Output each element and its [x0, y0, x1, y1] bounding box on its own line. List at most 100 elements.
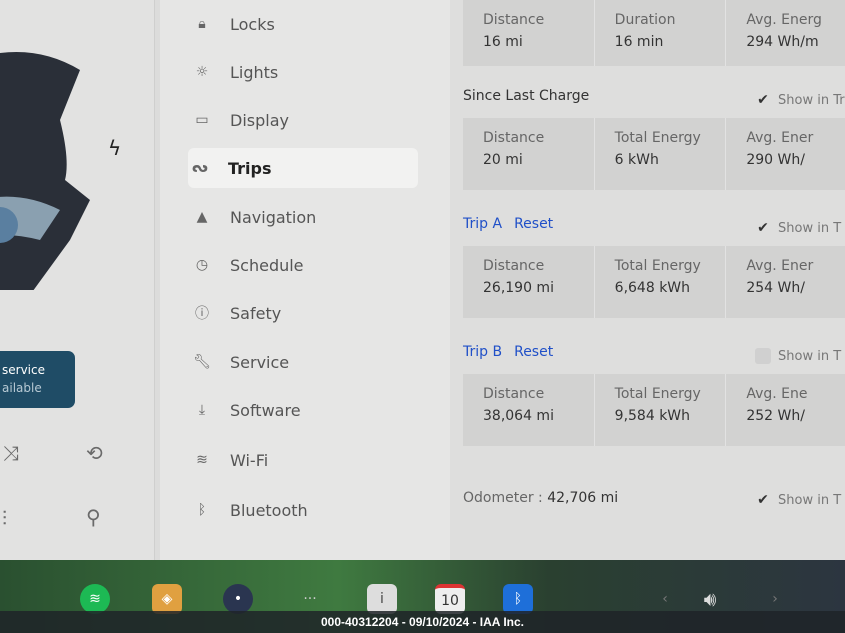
stat-label: Avg. Energ — [746, 12, 822, 28]
trip-stats-card: Distance 26,190 mi Total Energy 6,648 kWh Av… — [463, 246, 845, 318]
charging-bolt-icon: ϟ — [108, 136, 122, 160]
stat-value: 26,190 mi — [483, 280, 554, 296]
trip-title: Trip B — [463, 344, 503, 360]
equalizer-icon[interactable]: ⫶ — [2, 506, 7, 530]
nav-item-label: Schedule — [230, 255, 304, 275]
spotify-icon[interactable]: ≋ — [80, 584, 110, 614]
show-odometer-checkbox[interactable]: ✔ Show in T — [755, 492, 841, 508]
stat-cell: Avg. Ene 252 Wh/ — [726, 374, 845, 446]
lock-icon: 🔒︎ — [198, 16, 206, 32]
service-title: service — [2, 363, 45, 377]
safety-icon: ⓘ — [195, 306, 209, 322]
stat-cell: Total Energy 6 kWh — [595, 118, 727, 190]
repeat-icon[interactable]: ⟲ — [86, 441, 103, 465]
section-title-trip_b: Trip B Reset — [463, 344, 565, 360]
stat-value: 254 Wh/ — [746, 280, 805, 296]
nav-item-display[interactable]: ▭ Display — [190, 100, 420, 140]
nav-item-lights[interactable]: ☼ Lights — [190, 52, 420, 92]
stat-value: 6,648 kWh — [614, 280, 691, 296]
nav-item-label: Trips — [228, 158, 272, 178]
show-in-trips-checkbox[interactable]: Show in T — [755, 348, 841, 364]
wifi-icon: ≋ — [196, 452, 208, 468]
bluetooth-icon: ᛒ — [197, 502, 207, 518]
nav-item-trips[interactable]: ᔓ Trips — [188, 148, 418, 188]
camera-icon[interactable]: • — [223, 584, 253, 614]
stat-cell: Total Energy 9,584 kWh — [595, 374, 727, 446]
nav-item-bluetooth[interactable]: ᛒ Bluetooth — [190, 490, 420, 530]
section-title-since_charge: Since Last Charge — [463, 88, 589, 104]
stat-cell: Duration 16 min — [595, 0, 727, 66]
odometer: Odometer : 42,706 mi — [463, 490, 618, 506]
watermark: 000-40312204 - 09/10/2024 - IAA Inc. — [0, 611, 845, 633]
stat-label: Distance — [483, 386, 545, 402]
volume-icon[interactable]: 🔊︎ — [695, 584, 725, 614]
checkbox-label: Show in T — [778, 492, 842, 508]
bluetooth-icon[interactable]: ᛒ — [503, 584, 533, 614]
odometer-value: 42,706 mi — [547, 490, 619, 506]
reset-button[interactable]: Reset — [514, 216, 553, 232]
checkbox-icon[interactable]: ✔ — [755, 220, 771, 236]
service-banner[interactable]: service ailable — [0, 351, 75, 408]
search-icon[interactable]: ⚲ — [86, 505, 101, 529]
stat-value: 16 min — [614, 34, 664, 50]
trip-stats-card: Distance 20 mi Total Energy 6 kWh Avg. Ener 2… — [463, 118, 845, 190]
more-apps-icon[interactable]: ··· — [295, 584, 325, 614]
stat-cell: Distance 20 mi — [463, 118, 595, 190]
calendar-day: 10 — [441, 593, 459, 609]
stat-value: 16 mi — [483, 34, 523, 50]
nav-item-schedule[interactable]: ◷ Schedule — [190, 245, 420, 285]
nav-item-navigation[interactable]: ▲ Navigation — [190, 197, 420, 237]
stat-cell: Avg. Energ 294 Wh/m — [726, 0, 845, 66]
nav-item-label: Display — [230, 110, 289, 130]
trips-icon: ᔓ — [192, 160, 208, 176]
section-title-trip_a: Trip A Reset — [463, 216, 565, 232]
service-subtitle: ailable — [2, 381, 42, 395]
nav-item-service[interactable]: 🔧︎ Service — [190, 342, 420, 382]
nav-item-label: Wi-Fi — [230, 450, 269, 470]
stat-label: Avg. Ener — [746, 258, 814, 274]
show-in-trips-checkbox[interactable]: ✔ Show in Tr — [755, 92, 845, 108]
stat-label: Distance — [483, 130, 545, 146]
checkbox-icon[interactable]: ✔ — [755, 92, 771, 108]
nav-item-locks[interactable]: 🔒︎ Locks — [190, 4, 420, 44]
nav-item-wi-fi[interactable]: ≋ Wi-Fi — [190, 440, 420, 480]
shuffle-icon[interactable]: ⤨ — [3, 441, 19, 465]
nav-item-safety[interactable]: ⓘ Safety — [190, 293, 420, 333]
checkbox-icon[interactable]: ✔ — [755, 492, 771, 508]
schedule-icon: ◷ — [195, 257, 209, 273]
audible-icon[interactable]: ◈ — [152, 584, 182, 614]
stat-label: Total Energy — [614, 258, 701, 274]
reset-button[interactable]: Reset — [514, 344, 553, 360]
next-icon[interactable]: › — [760, 584, 790, 614]
stat-cell: Distance 38,064 mi — [463, 374, 595, 446]
checkbox-label: Show in Tr — [778, 92, 845, 108]
download-icon: ⤓ — [198, 402, 206, 418]
trips-panel: Distance 16 mi Duration 16 min Avg. Energ 2… — [450, 0, 845, 560]
recent-trip-card: Distance 16 mi Duration 16 min Avg. Energ 2… — [463, 0, 845, 66]
manual-icon[interactable]: i — [367, 584, 397, 614]
stat-label: Duration — [614, 12, 676, 28]
checkbox-label: Show in T — [778, 220, 842, 236]
odometer-label: Odometer : — [463, 490, 543, 506]
show-in-trips-checkbox[interactable]: ✔ Show in T — [755, 220, 841, 236]
checkbox-label: Show in T — [778, 348, 842, 364]
stat-label: Avg. Ene — [746, 386, 808, 402]
stat-value: 294 Wh/m — [746, 34, 819, 50]
stat-cell: Avg. Ener 290 Wh/ — [726, 118, 845, 190]
navigation-icon: ▲ — [196, 209, 208, 225]
calendar-icon[interactable]: 10 — [435, 584, 465, 614]
nav-item-software[interactable]: ⤓ Software — [190, 390, 420, 430]
stat-value: 290 Wh/ — [746, 152, 805, 168]
stat-cell: Total Energy 6,648 kWh — [595, 246, 727, 318]
checkbox-icon[interactable] — [755, 348, 771, 364]
stat-cell: Distance 16 mi — [463, 0, 595, 66]
wrench-icon: 🔧︎ — [193, 354, 211, 370]
car-image — [0, 52, 90, 290]
stat-label: Total Energy — [614, 386, 701, 402]
prev-icon[interactable]: ‹ — [650, 584, 680, 614]
left-panel: ϟ service ailable ⤨ ⟲ ⫶ ⚲ — [0, 0, 155, 560]
nav-item-label: Lights — [230, 62, 279, 82]
taskbar: ≋ ◈ • ··· i 10 ᛒ ‹ 🔊︎ › 000-40312204 - 0… — [0, 560, 845, 633]
nav-item-label: Safety — [230, 303, 282, 323]
nav-item-label: Software — [230, 400, 301, 420]
